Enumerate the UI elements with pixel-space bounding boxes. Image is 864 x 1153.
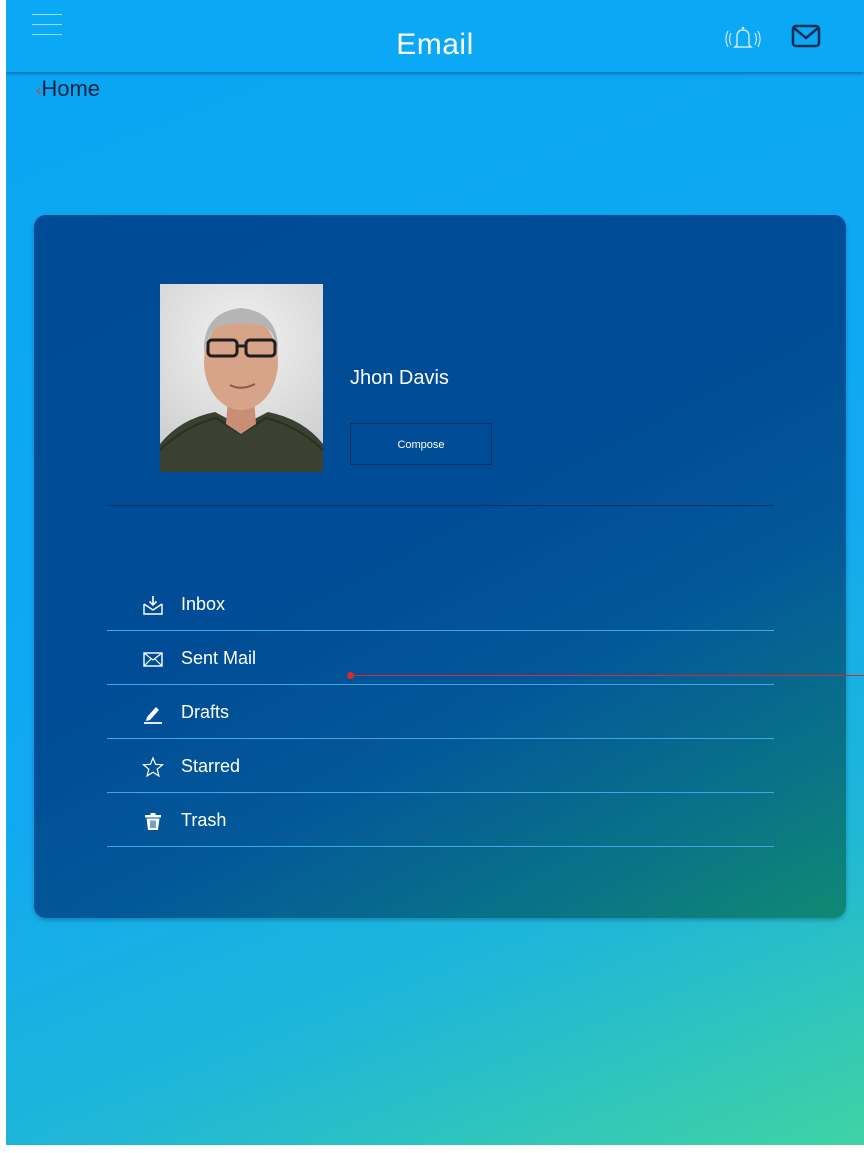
breadcrumb-home-link[interactable]: ‹Home [36,76,100,102]
envelope-icon[interactable] [791,24,821,48]
nav-label-starred: Starred [181,756,241,776]
app-screen: Email ‹Home Jhon Davis Compose Inbox Sen… [6,0,864,1145]
envelope-icon [143,652,163,667]
avatar [160,284,323,472]
nav-label-sent-mail: Sent Mail [181,648,257,668]
breadcrumb-label: Home [41,76,101,101]
chevron-left-icon: ‹ [36,82,42,99]
nav-divider [107,846,774,847]
annotation-arrow-head [347,672,354,679]
annotation-arrow [351,675,864,676]
compose-button[interactable]: Compose [350,423,492,465]
nav-divider [107,684,774,685]
nav-item-trash[interactable]: Trash [107,794,774,847]
profile-card: Jhon Davis Compose Inbox Sent Mail Draft… [34,215,846,918]
inbox-icon [143,596,163,615]
nav-item-starred[interactable]: Starred [107,740,774,793]
profile-divider [107,505,774,506]
nav-divider [107,630,774,631]
top-bar: Email [6,0,864,72]
pencil-icon [144,707,162,724]
nav-item-inbox[interactable]: Inbox [107,578,774,631]
trash-icon [145,813,161,830]
nav-label-trash: Trash [181,810,227,830]
nav-label-inbox: Inbox [181,594,226,614]
nav-divider [107,738,774,739]
nav-divider [107,792,774,793]
nav-item-sent-mail[interactable]: Sent Mail [107,632,774,685]
bell-icon[interactable] [724,24,762,54]
nav-label-drafts: Drafts [181,702,230,722]
nav-item-drafts[interactable]: Drafts [107,686,774,739]
user-name: Jhon Davis [350,367,449,389]
star-icon [142,756,164,778]
